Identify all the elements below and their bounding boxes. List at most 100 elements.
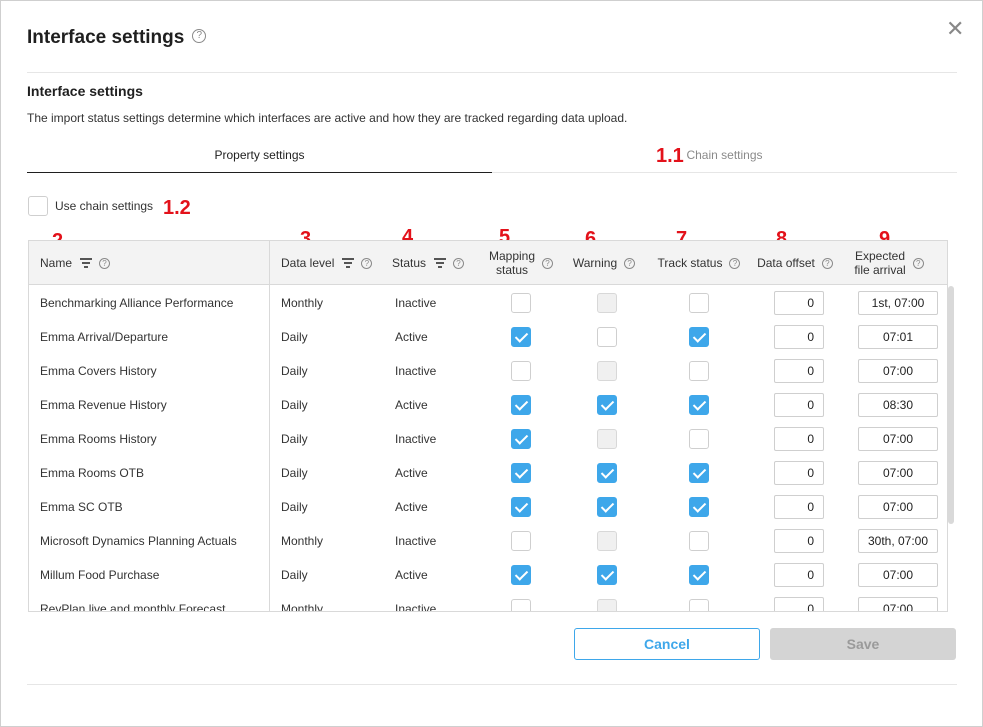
warning-checkbox[interactable] [597, 395, 617, 415]
column-header-data-level[interactable]: Data level ? [281, 241, 386, 285]
column-header-track-status-label: Track status [657, 256, 723, 270]
expected-arrival-input[interactable]: 30th, 07:00 [858, 529, 938, 553]
row-status: Active [395, 500, 428, 514]
row-name: Emma Arrival/Departure [40, 330, 169, 344]
row-name: Millum Food Purchase [40, 568, 160, 582]
expected-arrival-input[interactable]: 07:00 [858, 359, 938, 383]
help-icon[interactable]: ? [729, 257, 741, 269]
mapping-checkbox[interactable] [511, 361, 531, 381]
warning-checkbox [597, 599, 617, 611]
use-chain-settings-checkbox[interactable] [28, 196, 48, 216]
expected-arrival-input[interactable]: 08:30 [858, 393, 938, 417]
section-description: The import status settings determine whi… [27, 111, 628, 125]
table-row: Millum Food Purchase Daily Active 0 07:00 [29, 558, 947, 592]
row-status: Inactive [395, 364, 437, 378]
help-icon[interactable]: ? [912, 257, 924, 269]
cancel-button[interactable]: Cancel [574, 628, 760, 660]
row-name: Emma Rooms History [40, 432, 157, 446]
table-row: Emma Revenue History Daily Active 0 08:30 [29, 388, 947, 422]
track-checkbox[interactable] [689, 463, 709, 483]
warning-checkbox[interactable] [597, 327, 617, 347]
warning-checkbox[interactable] [597, 497, 617, 517]
row-name: RevPlan live and monthly Forecast [40, 602, 226, 612]
dialog: Interface settings? ✕ Interface settings… [0, 0, 983, 727]
expected-arrival-input[interactable]: 07:00 [858, 495, 938, 519]
row-status: Active [395, 398, 428, 412]
column-header-mapping-line2: status [495, 263, 528, 277]
expected-arrival-input[interactable]: 07:00 [858, 563, 938, 587]
column-header-track-status: Track status ? [649, 241, 749, 285]
filter-icon[interactable] [80, 258, 93, 268]
help-icon[interactable]: ? [99, 257, 111, 269]
track-checkbox[interactable] [689, 429, 709, 449]
row-data-level: Monthly [281, 534, 324, 548]
filter-icon[interactable] [342, 258, 355, 268]
column-header-expected-line1: Expected [854, 249, 906, 263]
column-header-status[interactable]: Status ? [392, 241, 482, 285]
table-header: Name ? Data level ? Status ? Mapping sta… [29, 241, 947, 285]
column-header-name[interactable]: Name ? [40, 241, 260, 285]
table-scrollbar[interactable] [948, 286, 954, 524]
warning-checkbox[interactable] [597, 463, 617, 483]
help-icon[interactable]: ? [624, 257, 636, 269]
mapping-checkbox[interactable] [511, 327, 531, 347]
warning-checkbox [597, 531, 617, 551]
table-row: Emma Rooms History Daily Inactive 0 07:00 [29, 422, 947, 456]
mapping-checkbox[interactable] [511, 497, 531, 517]
help-icon[interactable]: ? [542, 257, 554, 269]
expected-arrival-input[interactable]: 07:01 [858, 325, 938, 349]
track-checkbox[interactable] [689, 327, 709, 347]
row-data-level: Daily [281, 500, 308, 514]
data-offset-input[interactable]: 0 [774, 291, 824, 315]
tab-chain-settings[interactable]: Chain settings [492, 137, 957, 173]
mapping-checkbox[interactable] [511, 531, 531, 551]
row-name: Emma Revenue History [40, 398, 167, 412]
mapping-checkbox[interactable] [511, 293, 531, 313]
data-offset-input[interactable]: 0 [774, 529, 824, 553]
expected-arrival-input[interactable]: 1st, 07:00 [858, 291, 938, 315]
row-status: Inactive [395, 602, 437, 612]
data-offset-input[interactable]: 0 [774, 325, 824, 349]
data-offset-input[interactable]: 0 [774, 597, 824, 611]
mapping-checkbox[interactable] [511, 565, 531, 585]
interfaces-table: Name ? Data level ? Status ? Mapping sta… [28, 240, 948, 612]
row-name: Benchmarking Alliance Performance [40, 296, 234, 310]
expected-arrival-input[interactable]: 07:00 [858, 461, 938, 485]
data-offset-input[interactable]: 0 [774, 563, 824, 587]
filter-icon[interactable] [434, 258, 447, 268]
mapping-checkbox[interactable] [511, 395, 531, 415]
track-checkbox[interactable] [689, 565, 709, 585]
mapping-checkbox[interactable] [511, 463, 531, 483]
table-row: Emma Rooms OTB Daily Active 0 07:00 [29, 456, 947, 490]
track-checkbox[interactable] [689, 361, 709, 381]
row-status: Inactive [395, 534, 437, 548]
close-icon[interactable]: ✕ [946, 18, 964, 40]
track-checkbox[interactable] [689, 395, 709, 415]
row-data-level: Monthly [281, 296, 324, 310]
row-name: Emma SC OTB [40, 500, 123, 514]
data-offset-input[interactable]: 0 [774, 393, 824, 417]
help-icon[interactable]: ? [192, 28, 207, 43]
mapping-checkbox[interactable] [511, 429, 531, 449]
help-icon[interactable]: ? [453, 257, 465, 269]
track-checkbox[interactable] [689, 531, 709, 551]
track-checkbox[interactable] [689, 497, 709, 517]
column-header-status-label: Status [392, 256, 427, 270]
mapping-checkbox[interactable] [511, 599, 531, 611]
data-offset-input[interactable]: 0 [774, 359, 824, 383]
expected-arrival-input[interactable]: 07:00 [858, 427, 938, 451]
expected-arrival-input[interactable]: 07:00 [858, 597, 938, 611]
warning-checkbox[interactable] [597, 565, 617, 585]
column-header-expected-line2: file arrival [854, 263, 906, 277]
dialog-title: Interface settings? [27, 27, 207, 49]
help-icon[interactable]: ? [821, 257, 833, 269]
data-offset-input[interactable]: 0 [774, 461, 824, 485]
help-icon[interactable]: ? [361, 257, 373, 269]
data-offset-input[interactable]: 0 [774, 427, 824, 451]
table-row: Emma Covers History Daily Inactive 0 07:00 [29, 354, 947, 388]
track-checkbox[interactable] [689, 599, 709, 611]
track-checkbox[interactable] [689, 293, 709, 313]
data-offset-input[interactable]: 0 [774, 495, 824, 519]
tab-property-settings[interactable]: Property settings [27, 137, 492, 173]
warning-checkbox [597, 361, 617, 381]
